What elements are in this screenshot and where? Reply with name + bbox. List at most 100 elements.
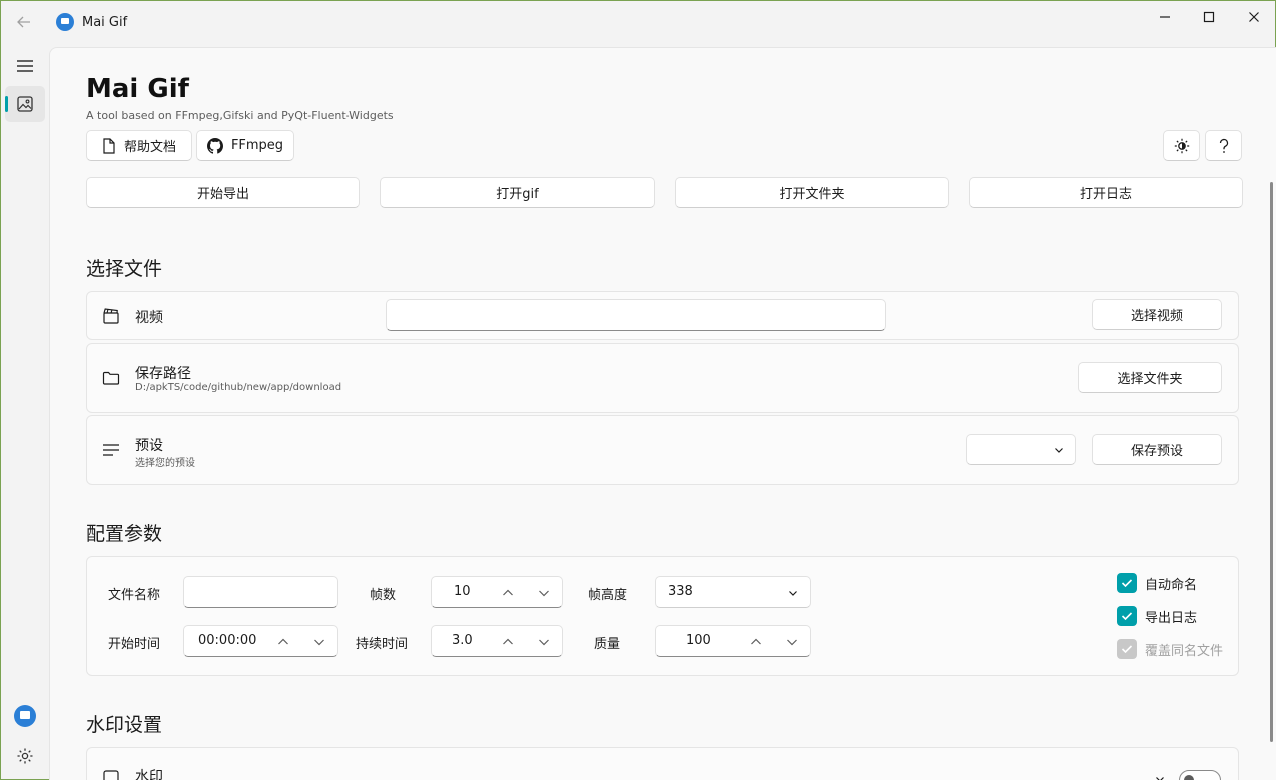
title-bar: Mai Gif bbox=[0, 0, 1276, 46]
nav-item-app[interactable] bbox=[5, 698, 45, 734]
chevron-down-icon bbox=[1055, 448, 1063, 453]
menu-toggle-button[interactable] bbox=[5, 48, 45, 84]
overwrite-checkbox[interactable] bbox=[1117, 639, 1137, 659]
start-time-label: 开始时间 bbox=[108, 637, 161, 652]
ffmpeg-button[interactable]: FFmpeg bbox=[196, 130, 294, 161]
ffmpeg-label: FFmpeg bbox=[230, 138, 284, 153]
maximize-button[interactable] bbox=[1189, 6, 1229, 28]
chevron-up-icon bbox=[278, 638, 288, 645]
video-label: 视频 bbox=[135, 310, 163, 326]
config-section-title: 配置参数 bbox=[86, 523, 163, 545]
brightness-icon bbox=[1174, 138, 1189, 153]
checkmark-icon bbox=[1121, 645, 1133, 654]
duration-value: 3.0 bbox=[452, 633, 473, 648]
chevron-up-icon bbox=[503, 589, 513, 596]
frame-height-value: 338 bbox=[668, 584, 693, 599]
file-name-input[interactable] bbox=[183, 576, 338, 608]
chevron-down-icon bbox=[789, 591, 797, 596]
start-time-increase-button[interactable] bbox=[275, 634, 291, 650]
open-log-button[interactable]: 打开日志 bbox=[969, 177, 1243, 208]
duration-increase-button[interactable] bbox=[500, 634, 516, 650]
watermark-label: 水印 bbox=[135, 769, 163, 780]
chevron-down-icon bbox=[539, 590, 549, 597]
chevron-down-icon bbox=[314, 639, 324, 646]
start-time-spinbox[interactable]: 00:00:00 bbox=[183, 625, 338, 657]
open-folder-label: 打开文件夹 bbox=[779, 187, 845, 202]
duration-spinbox[interactable]: 3.0 bbox=[431, 625, 563, 657]
checkmark-icon bbox=[1121, 612, 1133, 621]
quality-decrease-button[interactable] bbox=[784, 634, 800, 650]
minimize-button[interactable] bbox=[1145, 6, 1185, 28]
watermark-card: 水印 bbox=[86, 747, 1239, 780]
vertical-scrollbar[interactable] bbox=[1270, 182, 1273, 742]
frames-spinbox[interactable]: 10 bbox=[431, 576, 563, 608]
quality-spinbox[interactable]: 100 bbox=[655, 625, 811, 657]
choose-video-button[interactable]: 选择视频 bbox=[1092, 299, 1222, 330]
save-path-card: 保存路径 D:/apkTS/code/github/new/app/downlo… bbox=[86, 343, 1239, 413]
app-logo-icon bbox=[56, 13, 74, 31]
help-docs-button[interactable]: 帮助文档 bbox=[86, 130, 192, 161]
choose-folder-button[interactable]: 选择文件夹 bbox=[1078, 362, 1222, 393]
main-content: Mai Gif A tool based on FFmpeg,Gifski an… bbox=[49, 47, 1276, 780]
quality-label: 质量 bbox=[594, 637, 621, 652]
close-icon bbox=[1249, 12, 1259, 22]
start-export-label: 开始导出 bbox=[196, 187, 249, 202]
choose-folder-label: 选择文件夹 bbox=[1117, 372, 1183, 387]
start-export-button[interactable]: 开始导出 bbox=[86, 177, 360, 208]
image-icon bbox=[17, 96, 33, 112]
chevron-down-icon[interactable] bbox=[1155, 774, 1165, 780]
overwrite-label: 覆盖同名文件 bbox=[1145, 644, 1224, 659]
chevron-up-icon bbox=[503, 638, 513, 645]
nav-item-home[interactable] bbox=[5, 86, 45, 122]
watermark-icon bbox=[101, 768, 121, 780]
auto-name-checkbox[interactable] bbox=[1117, 573, 1137, 593]
export-log-checkbox[interactable] bbox=[1117, 606, 1137, 626]
minimize-icon bbox=[1160, 16, 1170, 18]
close-button[interactable] bbox=[1234, 6, 1274, 28]
gear-icon bbox=[17, 748, 33, 764]
watermark-section-title: 水印设置 bbox=[86, 714, 163, 736]
help-button[interactable] bbox=[1205, 130, 1242, 161]
nav-item-settings[interactable] bbox=[5, 738, 45, 774]
frames-increase-button[interactable] bbox=[500, 585, 516, 601]
duration-decrease-button[interactable] bbox=[536, 634, 552, 650]
chevron-down-icon bbox=[787, 639, 797, 646]
config-card: 文件名称 帧数 10 帧高度 338 开始时间 00:00:00 持续时间 3.… bbox=[86, 556, 1239, 676]
open-folder-button[interactable]: 打开文件夹 bbox=[675, 177, 949, 208]
checkmark-icon bbox=[1121, 579, 1133, 588]
open-gif-button[interactable]: 打开gif bbox=[380, 177, 655, 208]
page-title: Mai Gif bbox=[86, 74, 189, 104]
open-gif-label: 打开gif bbox=[496, 187, 539, 202]
select-file-section-title: 选择文件 bbox=[86, 258, 163, 280]
duration-label: 持续时间 bbox=[356, 637, 409, 652]
page-subtitle: A tool based on FFmpeg,Gifski and PyQt-F… bbox=[86, 109, 394, 122]
app-avatar-icon bbox=[14, 705, 36, 727]
chevron-up-icon bbox=[751, 638, 761, 645]
watermark-toggle[interactable] bbox=[1179, 770, 1221, 780]
back-button[interactable] bbox=[12, 10, 36, 34]
chevron-down-icon bbox=[539, 639, 549, 646]
frames-value: 10 bbox=[454, 584, 471, 599]
save-path-label: 保存路径 bbox=[135, 366, 191, 382]
video-path-input[interactable] bbox=[386, 299, 886, 331]
preset-dropdown[interactable] bbox=[966, 434, 1076, 465]
maximize-icon bbox=[1203, 11, 1215, 23]
save-preset-label: 保存预设 bbox=[1130, 444, 1183, 459]
github-icon bbox=[206, 137, 223, 154]
help-docs-label: 帮助文档 bbox=[123, 140, 176, 155]
preset-card: 预设 选择您的预设 保存预设 bbox=[86, 415, 1239, 485]
quality-increase-button[interactable] bbox=[748, 634, 764, 650]
quality-value: 100 bbox=[686, 633, 711, 648]
window-title: Mai Gif bbox=[82, 15, 128, 30]
document-icon bbox=[103, 137, 115, 154]
folder-icon bbox=[101, 368, 121, 388]
save-preset-button[interactable]: 保存预设 bbox=[1092, 434, 1222, 465]
file-name-label: 文件名称 bbox=[108, 588, 161, 603]
hamburger-menu-icon bbox=[17, 60, 33, 72]
start-time-decrease-button[interactable] bbox=[311, 634, 327, 650]
theme-toggle-button[interactable] bbox=[1163, 130, 1200, 161]
preset-label: 预设 bbox=[135, 438, 163, 454]
frame-height-dropdown[interactable]: 338 bbox=[655, 576, 811, 608]
frames-decrease-button[interactable] bbox=[536, 585, 552, 601]
navigation-sidebar bbox=[0, 46, 48, 780]
